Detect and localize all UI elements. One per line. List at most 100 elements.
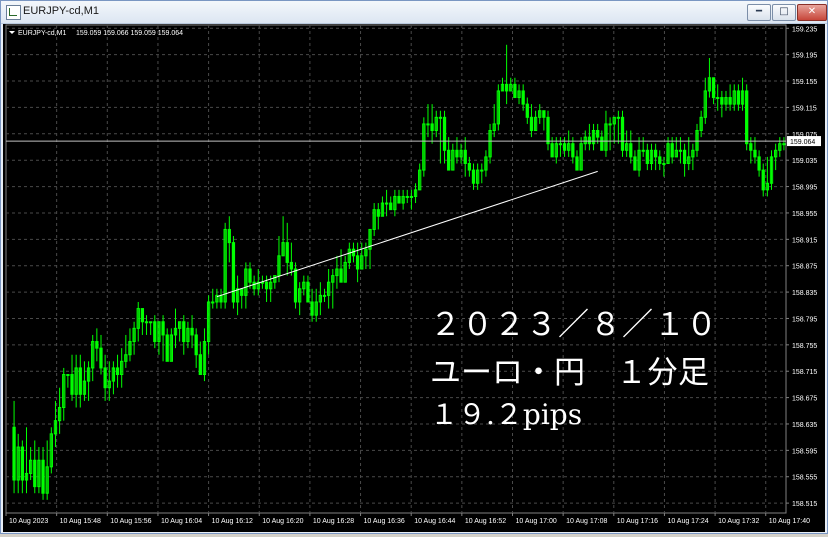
maximize-button[interactable]: □ [772,4,796,21]
price-tick-label: 158.915 [792,237,817,244]
window-title: EURJPY-cd,M1 [23,5,100,17]
candle-body-up [641,149,645,152]
window-titlebar[interactable]: EURJPY-cd,M1 ━ □ ✕ [1,1,827,24]
candle [368,228,372,269]
candle [91,334,95,382]
candle [111,361,116,395]
candle [699,110,703,138]
candle [74,354,78,408]
time-tick-label: 10 Aug 16:12 [212,518,253,525]
candle [149,321,153,335]
candle-body-down [757,156,761,171]
candle [645,143,649,171]
candle-body-down [289,261,294,270]
candle [691,143,695,171]
chart-area[interactable]: 159.235 159.195 159.155 159.115 159.075 159.0… [3,24,825,532]
candle [169,328,173,362]
ohlc-values: 159.059 159.066 159.059 159.064 [76,30,183,37]
candle [331,269,335,309]
candle-body-up [384,202,389,205]
price-tick-label: 159.115 [792,105,817,112]
time-axis: 10 Aug 2023 10 Aug 15:48 10 Aug 15:56 10 Au… [5,513,810,525]
candle [769,150,774,190]
candle [306,275,310,303]
candle-body-down [546,116,550,145]
price-tick-label: 158.955 [792,211,817,218]
close-button[interactable]: ✕ [797,4,827,21]
candle [740,77,745,111]
candle [326,269,331,309]
time-tick-label: 10 Aug 17:16 [617,518,658,525]
time-tick-label: 10 Aug 17:24 [667,518,708,525]
candle-body-up [409,195,414,198]
candle-body-up [438,116,443,119]
price-tick-label: 158.635 [792,422,817,429]
candle-body-down [33,459,37,488]
candle [418,163,422,191]
candle [653,143,658,171]
candle-body-up [678,149,683,152]
candle [703,77,707,124]
time-tick-label: 10 Aug 15:56 [110,518,151,525]
candle [629,130,633,164]
candle [674,137,678,158]
candle-body-up [66,374,70,377]
candle [380,196,385,217]
candle-body-down [670,143,674,158]
candle [492,104,496,138]
candle [298,282,302,316]
candle-body-up [616,116,621,119]
price-axis: 159.235159.195159.155159.115159.075159.0… [786,26,821,508]
candle [12,400,16,494]
candle-body-down [182,321,186,343]
candle-body-down [749,143,753,151]
chart-window-icon [6,5,21,20]
candle [293,262,298,309]
candle-body-down [165,334,169,362]
candle [285,222,289,276]
candle [401,189,405,210]
candle-body-down [529,116,534,132]
candle-body-down [542,110,546,118]
symbol-dropdown-icon[interactable] [9,31,15,34]
candle [509,77,513,92]
drawings [6,140,786,298]
candlestick-chart[interactable]: 159.235159.195159.155159.115159.075159.0… [3,24,825,532]
candle-body-down [78,367,82,395]
candle-body-up [405,195,409,198]
price-tick-label: 158.715 [792,369,817,376]
candle [264,275,269,302]
candle [318,282,322,316]
candle [314,288,318,322]
candle [480,163,484,184]
candle-body-down [658,156,662,164]
candle-body-up [608,123,612,126]
candle [720,90,724,118]
price-tick-label: 158.555 [792,475,817,482]
candle [616,110,621,144]
price-tick-label: 159.155 [792,79,817,86]
candle-body-up [149,321,153,324]
candle [70,354,74,401]
candle [322,288,327,302]
candle [716,84,720,111]
candle [757,150,761,177]
candle [20,440,24,494]
candle-body-up [558,143,563,146]
candle [177,321,182,342]
minimize-button[interactable]: ━ [747,4,771,21]
candle-body-down [310,301,314,316]
candle-body-down [252,281,256,290]
candle [347,242,351,269]
candle-body-down [293,268,298,303]
candle [219,288,223,309]
plot-frame [5,24,787,514]
candle-body-down [355,255,360,270]
candle-body-down [198,354,202,376]
candle [426,104,430,138]
candle-body-down [339,268,343,283]
candle-body-down [153,321,157,343]
candle-body-down [633,156,637,171]
candle [533,110,538,132]
candle [542,110,546,131]
